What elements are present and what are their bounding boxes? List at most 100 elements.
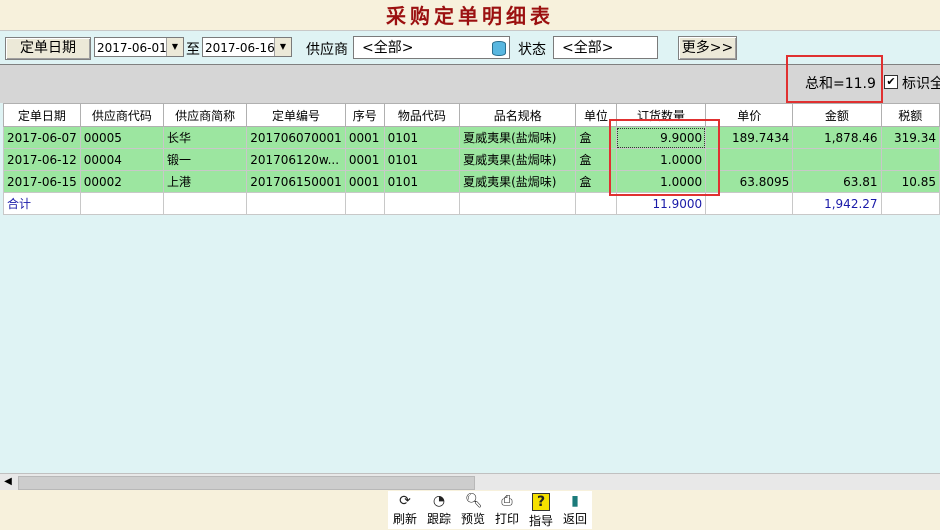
- total-cell: 11.9000: [615, 192, 707, 215]
- total-cell: [459, 192, 577, 215]
- total-cell: 1,942.27: [792, 192, 882, 215]
- date-to-picker[interactable]: 2017-06-16 ▼: [202, 37, 292, 57]
- table-cell[interactable]: 夏威夷果(盐焗味): [459, 148, 577, 171]
- bottom-toolbar: ⟳ 刷新 ◔ 跟踪 🔍︎ 预览 ⎙ 打印? 指导 ▮ 返回: [388, 491, 592, 529]
- column-header[interactable]: 供应商代码: [79, 103, 164, 127]
- supplier-value: <全部>: [362, 40, 414, 56]
- table-cell[interactable]: 盒: [575, 148, 617, 171]
- table-cell[interactable]: 0101: [383, 126, 461, 149]
- scroll-left-icon[interactable]: ◀: [0, 474, 16, 490]
- table-cell[interactable]: 319.34: [880, 126, 940, 149]
- table-cell[interactable]: 2017-06-07: [3, 126, 81, 149]
- table-cell[interactable]: 63.81: [792, 170, 882, 193]
- column-header[interactable]: 金额: [792, 103, 882, 127]
- toolbar-button[interactable]: ⟳ 刷新: [388, 491, 422, 529]
- column-header[interactable]: 单价: [705, 103, 794, 127]
- chevron-down-icon[interactable]: ▼: [274, 38, 291, 56]
- table-cell[interactable]: 00005: [79, 126, 164, 149]
- table-cell[interactable]: 10.85: [880, 170, 940, 193]
- toolbar-button-label: 打印: [494, 512, 519, 526]
- table-cell[interactable]: [880, 148, 940, 171]
- column-header[interactable]: 供应商简称: [162, 103, 248, 127]
- total-cell: [575, 192, 617, 215]
- table-cell[interactable]: 189.7434: [705, 126, 794, 149]
- table-cell[interactable]: 0001: [344, 148, 385, 171]
- total-cell: [79, 192, 164, 215]
- table-cell[interactable]: [705, 148, 794, 171]
- status-field[interactable]: <全部>: [553, 36, 658, 59]
- horizontal-scrollbar[interactable]: ◀: [0, 473, 940, 490]
- order-detail-grid[interactable]: 定单日期 供应商代码 供应商简称 定单编号 序号 物品代码 品名规格 单位 订货数量 单价 金额 税额…: [0, 103, 940, 473]
- table-header: 定单日期 供应商代码 供应商简称 定单编号 序号 物品代码 品名规格 单位 订货数量 单价 金额 税额: [3, 103, 940, 127]
- toolbar-button[interactable]: ▮ 返回: [558, 491, 592, 529]
- table-row[interactable]: 2017-06-12 00004 锻一 201706120w... 0001 0101 夏威…: [3, 148, 940, 171]
- order-table: 定单日期 供应商代码 供应商简称 定单编号 序号 物品代码 品名规格 单位 订货数量 单价 金额 税额…: [3, 103, 940, 215]
- column-header[interactable]: 物品代码: [383, 103, 461, 127]
- table-cell[interactable]: 夏威夷果(盐焗味): [459, 126, 577, 149]
- order-date-button[interactable]: 定单日期: [5, 37, 91, 60]
- toolbar-button[interactable]: ◔ 跟踪: [422, 491, 456, 529]
- table-cell[interactable]: 201706150001: [246, 170, 346, 193]
- total-cell: [705, 192, 794, 215]
- table-cell[interactable]: 201706070001: [246, 126, 346, 149]
- column-header[interactable]: 订货数量: [615, 103, 707, 127]
- report-title: 采购定单明细表: [386, 4, 554, 28]
- column-header[interactable]: 定单编号: [246, 103, 346, 127]
- toolbar-button[interactable]: ? 指导: [524, 491, 558, 529]
- database-icon[interactable]: [492, 41, 506, 56]
- toolbar-button[interactable]: 🔍︎ 预览: [456, 491, 490, 529]
- table-cell[interactable]: 00002: [79, 170, 164, 193]
- chevron-down-icon[interactable]: ▼: [166, 38, 183, 56]
- toolbar-button-label: 跟踪: [426, 512, 451, 526]
- toolbar-button-label: 返回: [562, 512, 587, 526]
- supplier-label: 供应商: [306, 42, 348, 58]
- toolbar-button[interactable]: ⎙ 打印: [490, 491, 524, 529]
- table-cell[interactable]: 盒: [575, 126, 617, 149]
- table-cell[interactable]: 0101: [383, 148, 461, 171]
- table-cell[interactable]: 上港: [162, 170, 248, 193]
- table-cell[interactable]: 00004: [79, 148, 164, 171]
- table-cell[interactable]: 锻一: [162, 148, 248, 171]
- column-header[interactable]: 品名规格: [459, 103, 577, 127]
- exit-door-icon: ▮: [571, 493, 579, 509]
- table-cell[interactable]: 2017-06-15: [3, 170, 81, 193]
- scroll-thumb[interactable]: [18, 476, 475, 490]
- table-cell[interactable]: 0001: [344, 170, 385, 193]
- mark-all-checkbox[interactable]: ✔: [884, 75, 898, 89]
- toolbar-button-label: 刷新: [392, 512, 417, 526]
- table-cell[interactable]: 盒: [575, 170, 617, 193]
- summary-strip: 总和=11.9 ✔ 标识全: [0, 64, 940, 104]
- table-cell[interactable]: 0001: [344, 126, 385, 149]
- date-from-picker[interactable]: 2017-06-01 ▼: [94, 37, 184, 57]
- column-header[interactable]: 定单日期: [3, 103, 81, 127]
- table-row[interactable]: 2017-06-15 00002 上港 201706150001 0001 0101 夏威夷…: [3, 170, 940, 193]
- table-cell[interactable]: 长华: [162, 126, 248, 149]
- table-row[interactable]: 2017-06-07 00005 长华 201706070001 0001 0101 夏威夷…: [3, 126, 940, 149]
- more-button[interactable]: 更多>>: [678, 36, 737, 60]
- status-value: <全部>: [562, 40, 614, 56]
- table-cell[interactable]: 9.9000: [615, 126, 707, 149]
- table-cell[interactable]: 1.0000: [615, 148, 707, 171]
- total-cell: [344, 192, 385, 215]
- column-header[interactable]: 序号: [344, 103, 385, 127]
- table-cell[interactable]: 0101: [383, 170, 461, 193]
- table-cell[interactable]: 2017-06-12: [3, 148, 81, 171]
- status-label: 状态: [518, 42, 546, 58]
- total-row: 合计 11.9000 1,942.27: [3, 192, 940, 215]
- total-cell: [880, 192, 940, 215]
- table-cell[interactable]: [792, 148, 882, 171]
- date-to-value: 2017-06-16: [205, 41, 275, 55]
- column-header[interactable]: 税额: [880, 103, 940, 127]
- table-cell[interactable]: 夏威夷果(盐焗味): [459, 170, 577, 193]
- total-cell: [383, 192, 461, 215]
- date-from-value: 2017-06-01: [97, 41, 167, 55]
- table-cell[interactable]: 1,878.46: [792, 126, 882, 149]
- table-cell[interactable]: 1.0000: [615, 170, 707, 193]
- column-header[interactable]: 单位: [575, 103, 617, 127]
- total-cell: [162, 192, 248, 215]
- sum-readout: 总和=11.9: [805, 76, 876, 92]
- total-cell: [246, 192, 346, 215]
- supplier-combo[interactable]: <全部>: [353, 36, 510, 59]
- table-cell[interactable]: 63.8095: [705, 170, 794, 193]
- table-cell[interactable]: 201706120w...: [246, 148, 346, 171]
